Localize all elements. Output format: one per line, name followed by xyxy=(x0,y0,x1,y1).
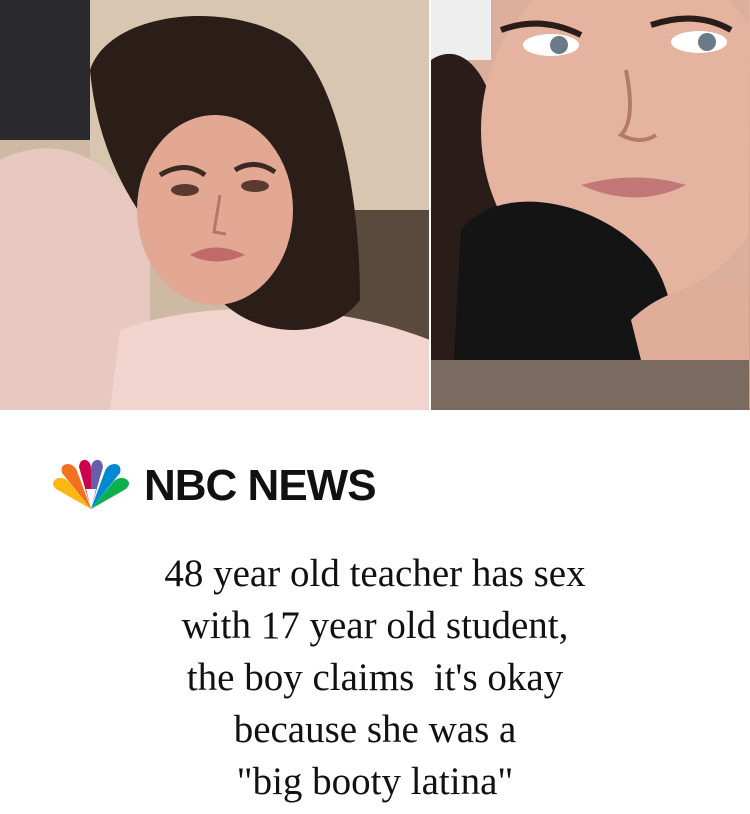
headline: 48 year old teacher has sex with 17 year… xyxy=(0,548,750,808)
headline-line: because she was a xyxy=(233,708,517,751)
photo-right-illustration xyxy=(430,0,749,410)
headline-line: "big booty latina" xyxy=(236,760,514,803)
brand-name: NBC NEWS xyxy=(144,461,377,510)
nbc-peacock-icon xyxy=(53,459,129,509)
photo-left-illustration xyxy=(0,0,429,410)
photo-left-woman-frowning xyxy=(0,0,429,410)
headline-line: the boy claims it's okay xyxy=(186,656,564,699)
news-brand: NBC NEWS xyxy=(50,458,377,514)
headline-line: with 17 year old student, xyxy=(181,604,569,647)
headline-line: 48 year old teacher has sex xyxy=(164,552,586,595)
photo-row xyxy=(0,0,750,410)
photo-right-woman-smug xyxy=(430,0,750,410)
